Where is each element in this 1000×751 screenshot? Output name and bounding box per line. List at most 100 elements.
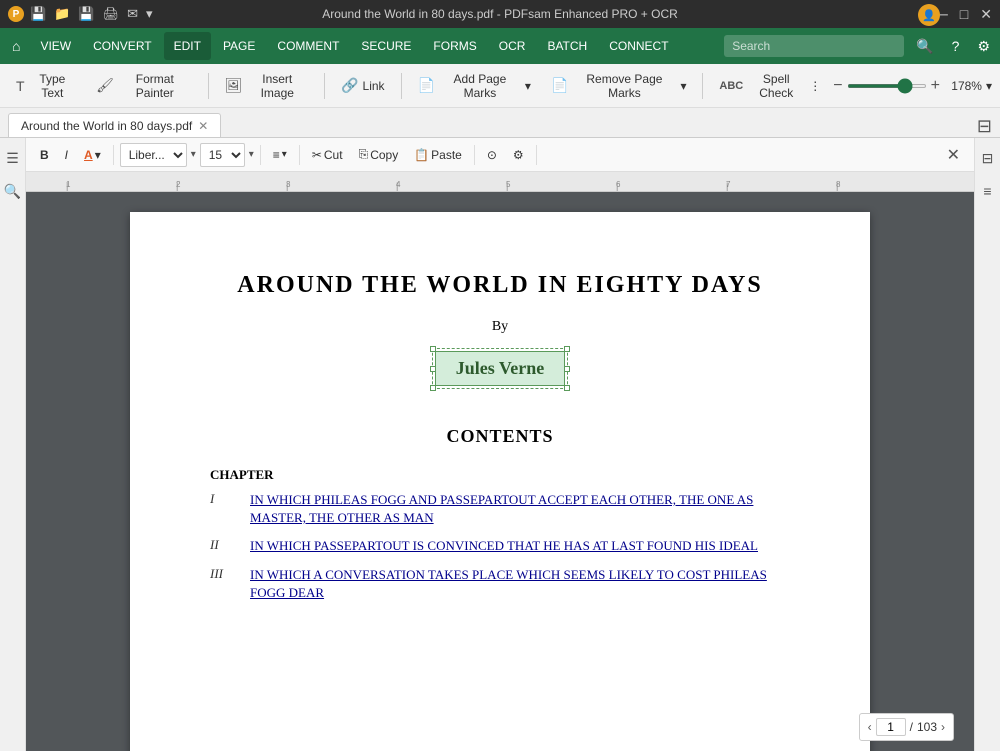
- toolbar-sep-3: [401, 73, 402, 99]
- chapter-label: CHAPTER: [210, 467, 790, 483]
- author-name: Jules Verne: [456, 358, 545, 378]
- font-family-select[interactable]: Liber...: [120, 143, 187, 167]
- tb-icon-3[interactable]: 💾: [78, 6, 94, 22]
- page-separator: /: [910, 720, 913, 734]
- user-avatar[interactable]: 👤: [918, 4, 940, 26]
- spell-check-icon: ABC: [719, 80, 743, 92]
- remove-page-marks-arrow: ▾: [680, 79, 686, 93]
- add-page-marks-button[interactable]: 📄 Add Page Marks ▾: [409, 68, 538, 104]
- menu-convert[interactable]: CONVERT: [83, 32, 161, 60]
- font-size-select[interactable]: 15: [200, 143, 245, 167]
- italic-button[interactable]: I: [59, 143, 74, 167]
- cut-button[interactable]: ✂ Cut: [306, 143, 349, 167]
- tab-close-button[interactable]: ✕: [198, 119, 208, 133]
- bold-button[interactable]: B: [34, 143, 55, 167]
- author-text-box[interactable]: Jules Verne: [435, 351, 566, 386]
- right-sidebar-icon-2[interactable]: ≡: [979, 179, 995, 203]
- font-family-arrow: ▾: [191, 149, 196, 160]
- menu-ocr[interactable]: OCR: [489, 32, 536, 60]
- paste-button[interactable]: 📋 Paste: [408, 143, 468, 167]
- search-input[interactable]: [724, 35, 904, 57]
- toc-link-3[interactable]: IN WHICH A CONVERSATION TAKES PLACE WHIC…: [250, 566, 790, 602]
- title-bar: P 💾 📁 💾 🖨 ✉ ▾ Around the World in 80 day…: [0, 0, 1000, 28]
- tb-icon-4[interactable]: 🖨: [103, 6, 120, 22]
- page-number-input[interactable]: [876, 718, 906, 736]
- format-settings-button[interactable]: ⚙: [507, 143, 530, 167]
- by-label: By: [210, 319, 790, 335]
- tab-label: Around the World in 80 days.pdf: [21, 119, 192, 133]
- search-icon[interactable]: 🔍: [910, 35, 939, 58]
- window-title: Around the World in 80 days.pdf - PDFsam…: [322, 7, 678, 21]
- font-color-button[interactable]: A ▾: [78, 143, 107, 167]
- main-area: ☰ 🔍 B I A ▾ Liber... ▾ 15 ▾ ≡ ▾: [0, 138, 1000, 751]
- close-text-toolbar-button[interactable]: ✕: [941, 143, 966, 167]
- align-button[interactable]: ≡ ▾: [267, 143, 293, 167]
- zoom-in-button[interactable]: +: [931, 77, 940, 95]
- tabs-bar: Around the World in 80 days.pdf ✕ ⊟: [0, 108, 1000, 138]
- toc-num-3: III: [210, 566, 250, 602]
- zoom-slider[interactable]: [847, 84, 927, 88]
- more-options-button[interactable]: ⊙: [481, 143, 503, 167]
- page-container: AROUND THE WORLD IN EIGHTY DAYS By Jules…: [26, 192, 974, 751]
- sidebar-panels-icon[interactable]: ☰: [2, 146, 23, 171]
- left-sidebar: ☰ 🔍: [0, 138, 26, 751]
- tb-icon-arrow[interactable]: ▾: [146, 6, 153, 22]
- right-sidebar-icon-1[interactable]: ⊟: [978, 146, 998, 171]
- settings-icon[interactable]: ⚙: [971, 35, 996, 58]
- menu-connect[interactable]: CONNECT: [599, 32, 678, 60]
- paste-icon: 📋: [414, 148, 429, 162]
- tb-icon-1[interactable]: 💾: [30, 6, 46, 22]
- sidebar-search-icon[interactable]: 🔍: [0, 179, 25, 204]
- author-container: Jules Verne: [210, 351, 790, 386]
- handle-middle-right[interactable]: [564, 366, 570, 372]
- copy-button[interactable]: ⎘ Copy: [353, 143, 405, 167]
- doc-tab[interactable]: Around the World in 80 days.pdf ✕: [8, 113, 221, 137]
- main-toolbar: T Type Text 🖌 Format Painter 🖼 Insert Im…: [0, 64, 1000, 108]
- cut-icon: ✂: [312, 148, 322, 162]
- menu-page[interactable]: PAGE: [213, 32, 265, 60]
- link-button[interactable]: 🔗 Link: [333, 73, 392, 98]
- font-color-arrow: ▾: [95, 148, 101, 162]
- total-pages: 103: [917, 720, 937, 734]
- add-page-marks-arrow: ▾: [525, 79, 531, 93]
- toc-num-2: II: [210, 537, 250, 555]
- help-icon[interactable]: ?: [946, 35, 966, 57]
- zoom-out-button[interactable]: −: [833, 77, 842, 95]
- toolbar-sep-4: [702, 73, 703, 99]
- handle-top-left[interactable]: [430, 346, 436, 352]
- insert-image-button[interactable]: 🖼 Insert Image: [217, 68, 317, 104]
- panels-toggle[interactable]: ⊟: [977, 116, 992, 137]
- format-painter-button[interactable]: 🖌 Format Painter: [88, 68, 200, 104]
- handle-bottom-right[interactable]: [564, 385, 570, 391]
- toc-link-1[interactable]: IN WHICH PHILEAS FOGG AND PASSEPARTOUT A…: [250, 491, 790, 527]
- handle-bottom-left[interactable]: [430, 385, 436, 391]
- menu-secure[interactable]: SECURE: [351, 32, 421, 60]
- menu-batch[interactable]: BATCH: [537, 32, 597, 60]
- next-page-button[interactable]: ›: [941, 720, 945, 734]
- zoom-value[interactable]: 178%: [944, 79, 982, 93]
- tb-icon-5[interactable]: ✉: [127, 6, 138, 22]
- toc-link-2[interactable]: IN WHICH PASSEPARTOUT IS CONVINCED THAT …: [250, 537, 758, 555]
- toolbar-sep-1: [208, 73, 209, 99]
- menu-edit[interactable]: EDIT: [164, 32, 211, 60]
- handle-middle-left[interactable]: [430, 366, 436, 372]
- type-text-button[interactable]: T Type Text: [8, 68, 84, 104]
- menu-comment[interactable]: COMMENT: [267, 32, 349, 60]
- app-logo: P: [8, 6, 24, 22]
- menu-home[interactable]: ⌂: [4, 32, 28, 60]
- maximize-button[interactable]: □: [960, 6, 968, 23]
- remove-page-marks-button[interactable]: 📄 Remove Page Marks ▾: [543, 68, 695, 104]
- link-icon: 🔗: [341, 77, 358, 94]
- zoom-dropdown-icon[interactable]: ▾: [986, 79, 992, 93]
- handle-top-right[interactable]: [564, 346, 570, 352]
- menu-view[interactable]: VIEW: [30, 32, 81, 60]
- tb-icon-2[interactable]: 📁: [54, 6, 70, 22]
- close-button[interactable]: ✕: [980, 6, 992, 23]
- spell-check-button[interactable]: ABC Spell Check ⋮: [711, 68, 829, 104]
- insert-image-icon: 🖼: [225, 77, 243, 94]
- menu-forms[interactable]: FORMS: [423, 32, 486, 60]
- menu-bar: ⌂ VIEW CONVERT EDIT PAGE COMMENT SECURE …: [0, 28, 1000, 64]
- contents-heading: CONTENTS: [210, 426, 790, 447]
- prev-page-button[interactable]: ‹: [868, 720, 872, 734]
- toc-entry-2: II IN WHICH PASSEPARTOUT IS CONVINCED TH…: [210, 537, 790, 555]
